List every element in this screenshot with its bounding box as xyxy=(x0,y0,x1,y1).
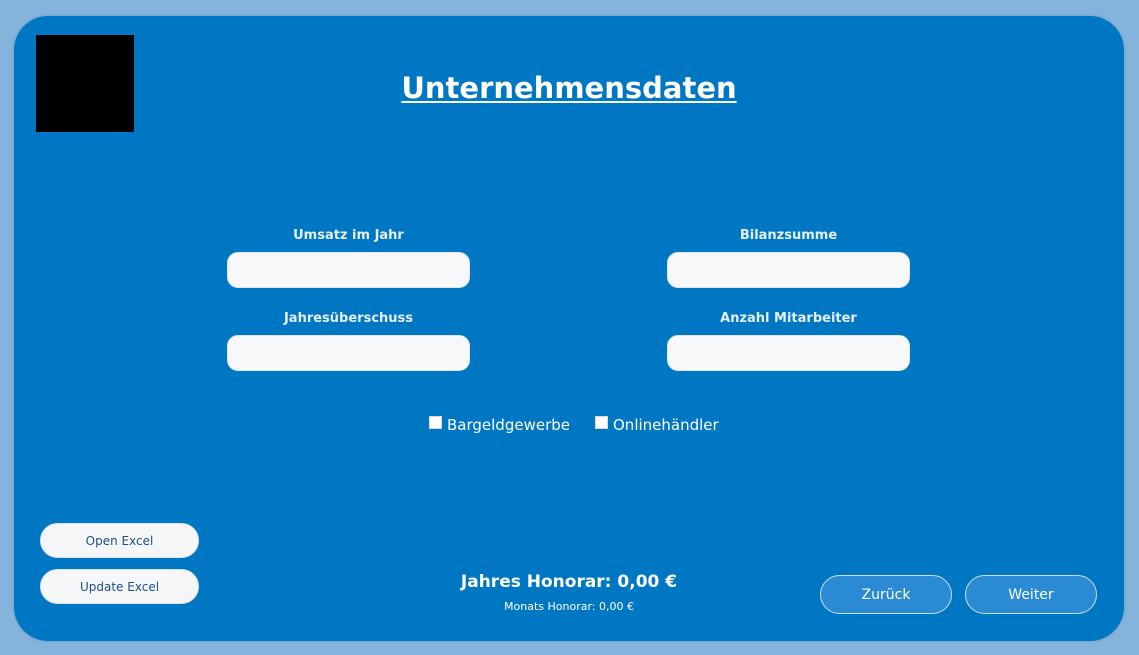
jahresueberschuss-label: Jahresüberschuss xyxy=(283,311,414,326)
mitarbeiter-label: Anzahl Mitarbeiter xyxy=(720,311,857,326)
bilanzsumme-input[interactable] xyxy=(667,252,910,288)
umsatz-label: Umsatz im Jahr xyxy=(293,228,404,243)
jahres-honorar-text: Jahres Honorar: 0,00 € xyxy=(460,572,678,592)
onlinehaendler-checkbox[interactable] xyxy=(595,415,608,429)
umsatz-input[interactable] xyxy=(227,252,470,288)
onlinehaendler-option[interactable]: Onlinehändler xyxy=(595,415,719,434)
bilanzsumme-label: Bilanzsumme xyxy=(739,228,838,243)
main-window: Unternehmensdaten Umsatz im Jahr Bilanzs… xyxy=(14,16,1124,641)
mitarbeiter-input[interactable] xyxy=(667,335,910,371)
page-title: Unternehmensdaten xyxy=(401,71,737,105)
bargeldgewerbe-label: Bargeldgewerbe xyxy=(447,416,570,434)
monats-honorar-text: Monats Honorar: 0,00 € xyxy=(504,600,634,613)
bargeldgewerbe-checkbox[interactable] xyxy=(429,415,442,429)
next-button[interactable]: Weiter xyxy=(965,575,1097,614)
open-excel-button[interactable]: Open Excel xyxy=(40,523,199,558)
back-button[interactable]: Zurück xyxy=(820,575,952,614)
jahresueberschuss-input[interactable] xyxy=(227,335,470,371)
bargeldgewerbe-option[interactable]: Bargeldgewerbe xyxy=(429,415,570,434)
onlinehaendler-label: Onlinehändler xyxy=(613,416,719,434)
